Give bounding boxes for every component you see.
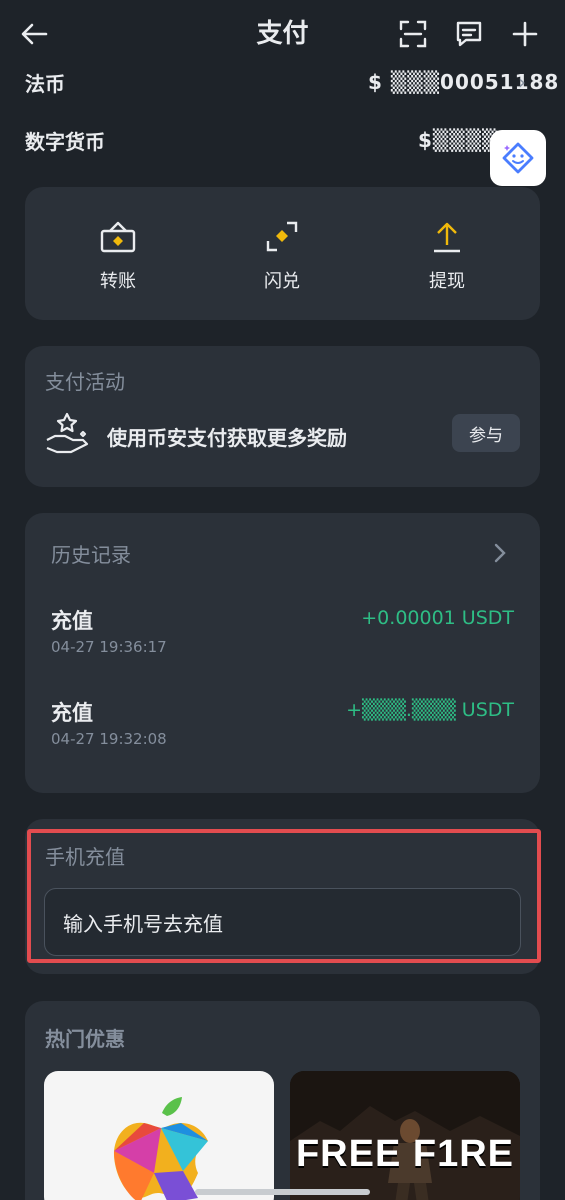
convert-label: 闪兑 <box>264 271 300 292</box>
history-time: 04-27 19:32:08 <box>51 730 167 748</box>
history-time: 04-27 19:36:17 <box>51 638 167 656</box>
scan-button[interactable] <box>393 14 433 54</box>
payment-activity-card: 支付活动 使用币安支付获取更多奖励 参与 <box>25 346 540 487</box>
withdraw-button[interactable]: 提现 <box>387 219 507 293</box>
history-type: 充值 <box>51 701 93 725</box>
payment-activity-title: 支付活动 <box>45 370 125 394</box>
apple-logo-icon <box>113 1097 208 1200</box>
add-button[interactable] <box>505 14 545 54</box>
home-indicator <box>195 1189 370 1195</box>
history-card: 历史记录 充值 04-27 19:36:17 +0.00001 USDT 充值 … <box>25 513 540 793</box>
history-amount: +0.00001 USDT <box>361 607 514 629</box>
transfer-icon <box>100 221 136 253</box>
fiat-chevron-icon[interactable]: › <box>518 70 526 94</box>
plus-icon <box>512 21 538 47</box>
fiat-balance: $ ▒▒▒00051188 <box>368 70 560 94</box>
transfer-label: 转账 <box>100 271 136 292</box>
transfer-button[interactable]: 转账 <box>58 219 178 293</box>
scan-icon <box>399 20 427 48</box>
reward-hand-icon <box>46 412 89 454</box>
actions-card: 转账 闪兑 提现 <box>25 187 540 320</box>
hot-deals-title: 热门优惠 <box>45 1027 125 1051</box>
withdraw-icon <box>434 222 460 253</box>
assistant-face-icon <box>502 142 534 174</box>
crypto-label: 数字货币 <box>25 130 105 154</box>
free-fire-card[interactable]: FREE F1RE <box>290 1071 520 1200</box>
message-button[interactable] <box>449 14 489 54</box>
history-amount: +▒▒▒.▒▒▒ USDT <box>346 699 514 721</box>
fiat-label: 法币 <box>25 72 65 96</box>
chevron-right-icon[interactable] <box>493 543 507 563</box>
convert-button[interactable]: 闪兑 <box>222 219 342 293</box>
withdraw-label: 提现 <box>429 271 465 292</box>
history-type: 充值 <box>51 609 93 633</box>
payment-activity-text: 使用币安支付获取更多奖励 <box>107 426 347 450</box>
apple-gift-card[interactable] <box>44 1071 274 1200</box>
free-fire-logo: FREE F1RE <box>295 1133 515 1175</box>
history-title[interactable]: 历史记录 <box>51 539 131 568</box>
join-button[interactable]: 参与 <box>452 414 520 452</box>
convert-icon <box>266 221 298 252</box>
highlight-frame <box>27 829 541 963</box>
assistant-button[interactable] <box>490 130 546 186</box>
message-icon <box>456 21 482 47</box>
